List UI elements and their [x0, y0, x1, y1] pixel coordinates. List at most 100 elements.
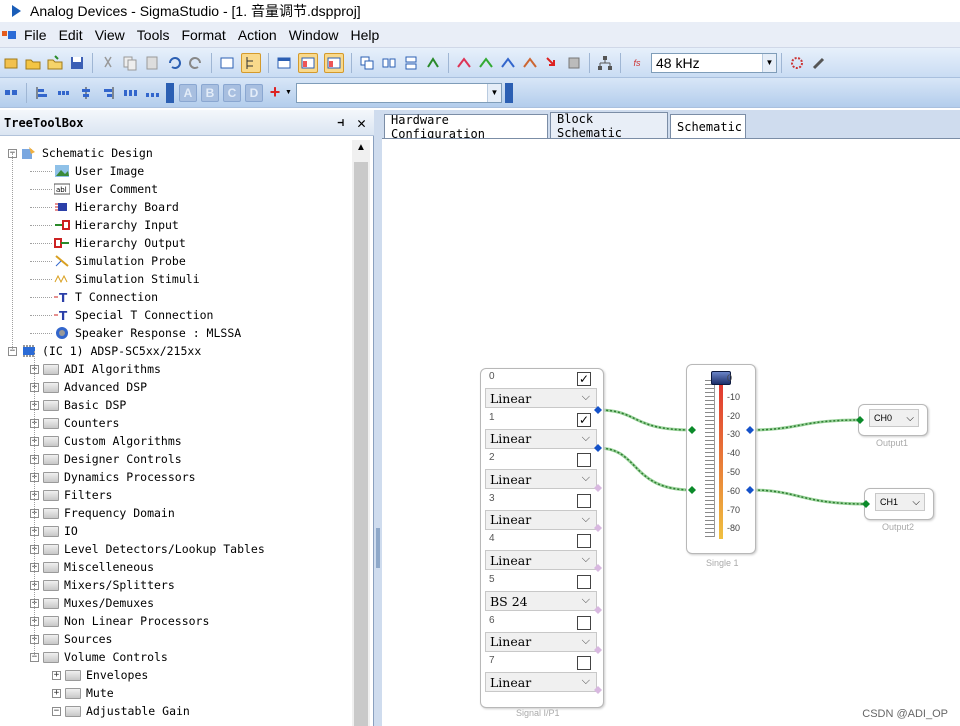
- tree-folder-basic-dsp[interactable]: + Basic DSP: [30, 396, 126, 414]
- tree-folder-advanced-dsp[interactable]: + Advanced DSP: [30, 378, 147, 396]
- open-icon[interactable]: [25, 55, 41, 71]
- channel-format-select[interactable]: Linear ⌵: [485, 672, 597, 693]
- cut-icon[interactable]: [100, 55, 116, 71]
- tree-folder-volume-controls[interactable]: − Volume Controls: [30, 648, 168, 666]
- close-icon[interactable]: ✕: [357, 114, 366, 132]
- channel-enable-checkbox[interactable]: [577, 575, 591, 589]
- tree-folder-mute[interactable]: + Mute: [52, 684, 114, 702]
- properties-icon[interactable]: [219, 55, 235, 71]
- save-icon[interactable]: [69, 55, 85, 71]
- single-volume-block[interactable]: 0 -10 -20 -30 -40 -50 -60 -70 -80: [686, 364, 756, 554]
- channel-enable-checkbox[interactable]: [577, 493, 591, 508]
- download-icon[interactable]: [500, 55, 516, 71]
- scroll-up-icon[interactable]: ▲: [356, 142, 366, 153]
- window-cascade-icon[interactable]: [359, 55, 375, 71]
- tree-item-special-t-connection[interactable]: T Special T Connection: [30, 306, 213, 324]
- color-b-button[interactable]: B: [201, 83, 219, 102]
- tree-folder-envelopes[interactable]: + Envelopes: [52, 666, 148, 684]
- channel-enable-checkbox[interactable]: ✓: [577, 372, 591, 386]
- tree-folder-designer-controls[interactable]: + Designer Controls: [30, 450, 182, 468]
- app-menu-icon[interactable]: [2, 29, 16, 41]
- menu-format[interactable]: Format: [175, 27, 231, 43]
- plus-dropdown-icon[interactable]: ▼: [285, 89, 292, 96]
- tree-folder-filters[interactable]: + Filters: [30, 486, 112, 504]
- layout-view-1-icon[interactable]: [298, 52, 318, 73]
- align-right-icon[interactable]: [78, 85, 94, 101]
- tree-toolbox-toggle-icon[interactable]: [241, 52, 261, 73]
- menu-window[interactable]: Window: [283, 27, 345, 43]
- chevron-down-icon[interactable]: ▼: [486, 83, 501, 102]
- scrollbar-thumb[interactable]: [354, 162, 368, 726]
- settings-gear-icon[interactable]: [789, 55, 805, 71]
- tile-vertical-icon[interactable]: [381, 55, 397, 71]
- tree-item-speaker-response[interactable]: Speaker Response : MLSSA: [30, 324, 241, 342]
- tree-node-ic1[interactable]: − (IC 1) ADSP-SC5xx/215xx: [8, 342, 201, 360]
- write-eeprom-icon[interactable]: [566, 55, 582, 71]
- tree-scrollbar[interactable]: ▲: [352, 140, 370, 726]
- sample-rate-select[interactable]: 48 kHz ▼: [651, 52, 777, 73]
- collapse-toolbar-icon[interactable]: [504, 82, 513, 103]
- tab-schematic[interactable]: Schematic: [670, 114, 746, 138]
- tree-folder-level-detectors-lookup-tables[interactable]: + Level Detectors/Lookup Tables: [30, 540, 265, 558]
- menu-view[interactable]: View: [89, 27, 131, 43]
- object-select[interactable]: ▼: [295, 82, 502, 103]
- compile-icon[interactable]: [478, 55, 494, 71]
- channel-enable-checkbox[interactable]: [577, 534, 591, 549]
- menu-help[interactable]: Help: [345, 27, 386, 43]
- tree-item-user-image[interactable]: User Image: [30, 162, 144, 180]
- channel-enable-checkbox[interactable]: [577, 615, 591, 630]
- distribute-vertical-icon[interactable]: [144, 85, 160, 101]
- undo-icon[interactable]: [166, 55, 182, 71]
- tree-item-simulation-stimuli[interactable]: Simulation Stimuli: [30, 270, 200, 288]
- tree-folder-io[interactable]: + IO: [30, 522, 78, 540]
- tree-folder-custom-algorithms[interactable]: + Custom Algorithms: [30, 432, 182, 450]
- color-c-button[interactable]: C: [223, 83, 241, 102]
- channel-format-select[interactable]: Linear ⌵: [485, 388, 597, 408]
- signal-input-block[interactable]: 0 ✓ Linear ⌵ 1 ✓ Linear ⌵ 2 Linear ⌵ 3 Linear ⌵ 4 Linea…: [480, 368, 604, 708]
- channel-format-select[interactable]: Linear ⌵: [485, 509, 597, 530]
- tree-item-hierarchy-output[interactable]: Hierarchy Output: [30, 234, 186, 252]
- channel-format-select[interactable]: Linear ⌵: [485, 631, 597, 652]
- menu-edit[interactable]: Edit: [53, 27, 89, 43]
- tab-hardware-configuration[interactable]: Hardware Configuration: [384, 113, 548, 141]
- add-plus-icon[interactable]: +: [268, 82, 282, 102]
- tree-folder-adi-algorithms[interactable]: + ADI Algorithms: [30, 360, 161, 378]
- align-top-icon[interactable]: [100, 85, 116, 101]
- tools-icon[interactable]: [811, 55, 827, 71]
- hierarchy-icon[interactable]: [597, 55, 613, 71]
- tree-folder-frequency-domain[interactable]: + Frequency Domain: [30, 504, 175, 522]
- tree-folder-sources[interactable]: + Sources: [30, 630, 112, 648]
- tree-item-hierarchy-input[interactable]: Hierarchy Input: [30, 216, 179, 234]
- color-d-button[interactable]: D: [245, 83, 263, 102]
- pin-icon[interactable]: ⊣: [337, 116, 344, 129]
- expand-icon[interactable]: +: [52, 670, 61, 680]
- panel-splitter[interactable]: [374, 110, 382, 726]
- align-left-icon[interactable]: [34, 85, 50, 101]
- chevron-down-icon[interactable]: ▼: [762, 53, 776, 72]
- channel-enable-checkbox[interactable]: [577, 453, 591, 468]
- output-window-icon[interactable]: [276, 55, 292, 71]
- channel-format-select[interactable]: BS 24 ⌵: [485, 591, 597, 611]
- layout-view-2-icon[interactable]: [324, 52, 344, 73]
- tree-folder-non-linear-processors[interactable]: + Non Linear Processors: [30, 612, 209, 630]
- collapse-toolbar-icon[interactable]: [166, 82, 174, 103]
- tree-node-schematic-design[interactable]: − Schematic Design: [8, 144, 153, 162]
- channel-enable-checkbox[interactable]: ✓: [577, 412, 591, 427]
- new-project-icon[interactable]: [3, 55, 19, 71]
- tree-folder-dynamics-processors[interactable]: + Dynamics Processors: [30, 468, 196, 486]
- output2-channel-select[interactable]: CH1 ⌵: [875, 493, 925, 511]
- menu-action[interactable]: Action: [232, 27, 283, 43]
- tree-folder-muxes-demuxes[interactable]: + Muxes/Demuxes: [30, 594, 154, 612]
- tree-item-simulation-probe[interactable]: Simulation Probe: [30, 252, 186, 270]
- tree-folder-adjustable-gain[interactable]: − Adjustable Gain: [52, 702, 190, 720]
- tile-horizontal-icon[interactable]: [403, 55, 419, 71]
- output2-block[interactable]: CH1 ⌵: [864, 488, 934, 520]
- channel-enable-checkbox[interactable]: [577, 656, 591, 671]
- tree-folder-miscelleneous[interactable]: + Miscelleneous: [30, 558, 154, 576]
- expand-icon[interactable]: +: [52, 688, 61, 698]
- paste-icon[interactable]: [144, 55, 160, 71]
- align-grid-icon[interactable]: [3, 85, 19, 101]
- menu-file[interactable]: File: [18, 27, 53, 43]
- channel-format-select[interactable]: Linear ⌵: [485, 428, 597, 449]
- collapse-icon[interactable]: −: [52, 706, 61, 716]
